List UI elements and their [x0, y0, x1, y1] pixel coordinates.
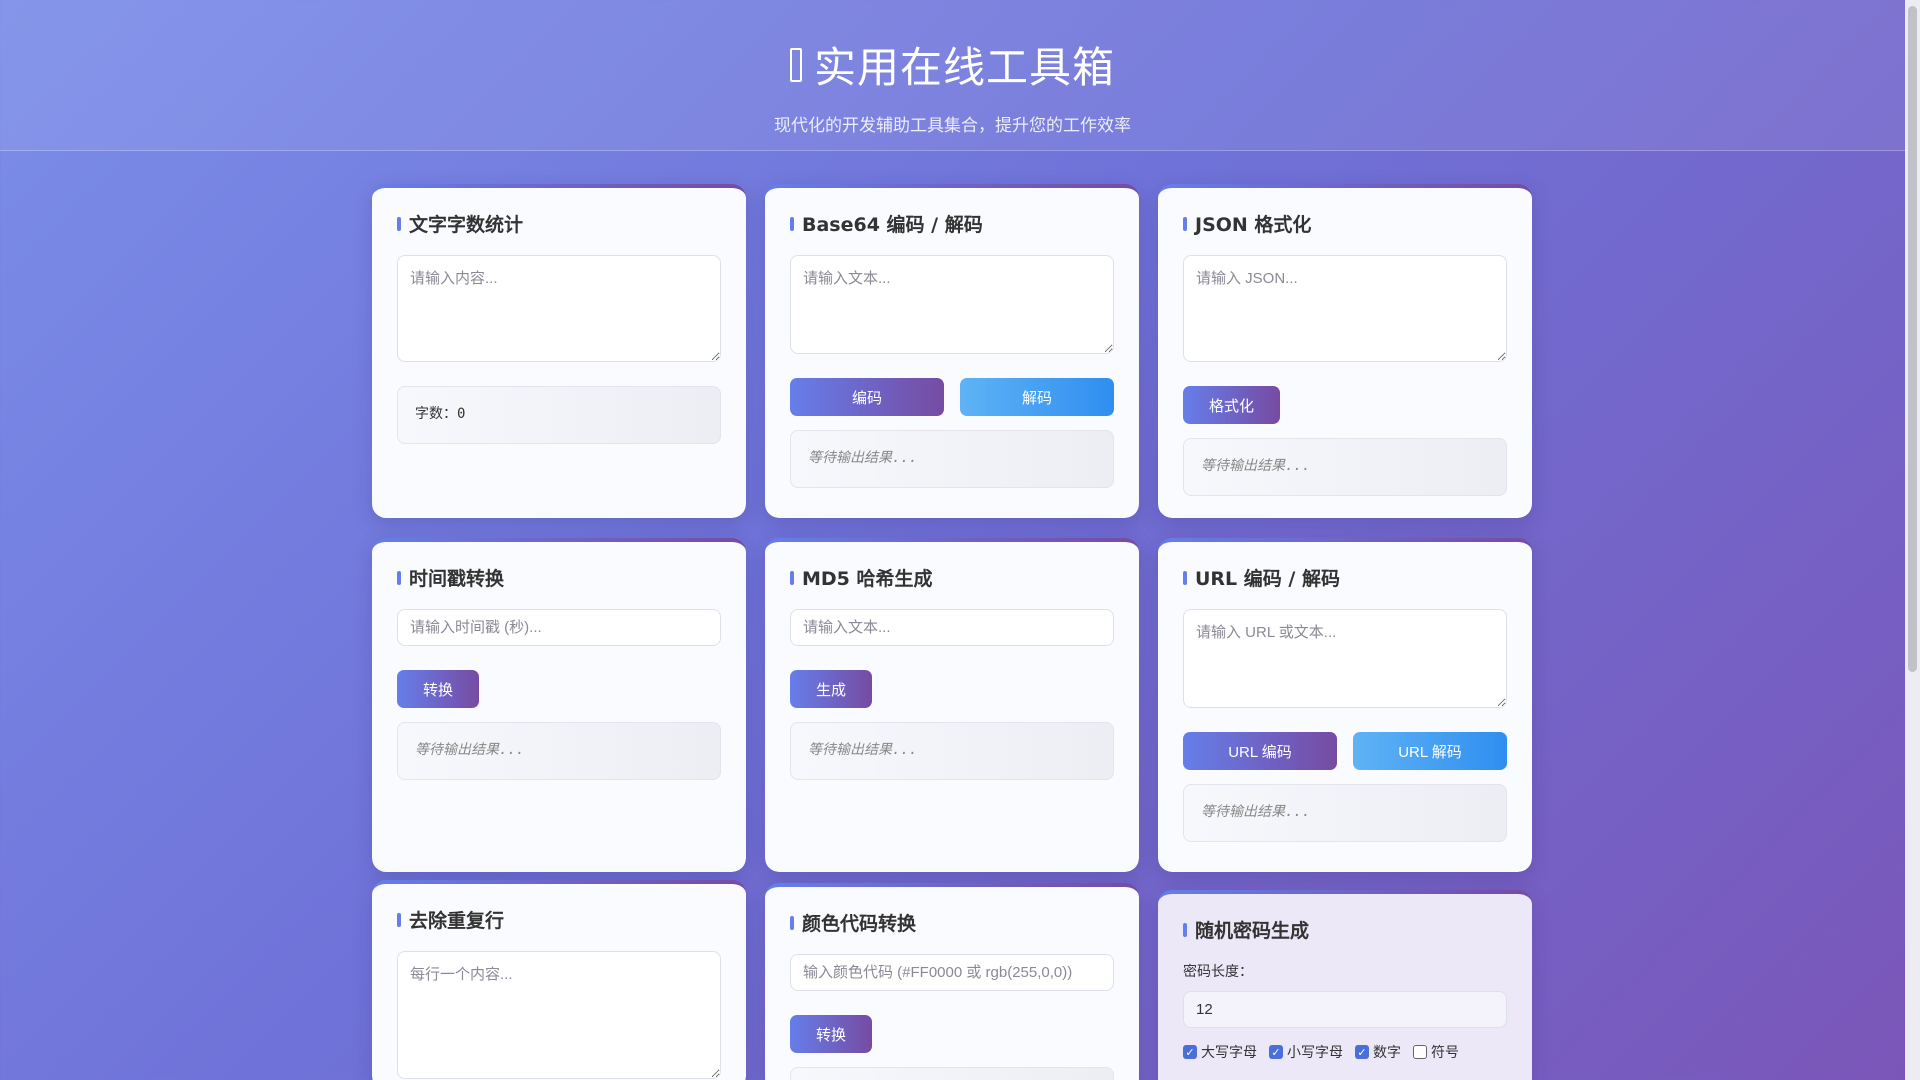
scrollbar-thumb[interactable] — [1908, 6, 1917, 672]
url-output: 等待输出结果... — [1183, 784, 1507, 842]
dedupe-input[interactable] — [397, 951, 721, 1079]
base64-encode-button[interactable]: 编码 — [790, 378, 944, 416]
card-title-text: 去除重复行 — [409, 910, 505, 932]
page-subtitle: 现代化的开发辅助工具集合，提升您的工作效率 — [774, 116, 1131, 136]
card-title: URL 编码 / 解码 — [1183, 564, 1507, 591]
card-title: 颜色代码转换 — [790, 909, 1114, 936]
title-marker-icon — [790, 216, 794, 231]
title-marker-icon — [790, 570, 794, 585]
card-title: 时间戳转换 — [397, 564, 721, 591]
option-uppercase[interactable]: ✓ 大写字母 — [1183, 1042, 1257, 1062]
color-output — [790, 1067, 1114, 1080]
card-timestamp: 时间戳转换 转换 等待输出结果... — [372, 538, 746, 872]
checkbox-checked-icon[interactable]: ✓ — [1269, 1045, 1283, 1059]
page-scrollbar[interactable] — [1905, 0, 1920, 1080]
title-marker-icon — [397, 216, 401, 231]
option-digits[interactable]: ✓ 数字 — [1355, 1042, 1401, 1062]
color-input[interactable] — [790, 954, 1114, 991]
timestamp-output: 等待输出结果... — [397, 722, 721, 780]
count-label: 字数： — [415, 406, 457, 422]
checkbox-unchecked-icon[interactable] — [1413, 1045, 1427, 1059]
password-length-label: 密码长度： — [1183, 964, 1253, 980]
word-count-input[interactable] — [397, 255, 721, 362]
json-output: 等待输出结果... — [1183, 438, 1507, 496]
timestamp-input[interactable] — [397, 609, 721, 646]
title-marker-icon — [397, 912, 401, 927]
card-title-text: MD5 哈希生成 — [802, 568, 933, 590]
page-header: 实用在线工具箱 现代化的开发辅助工具集合，提升您的工作效率 — [0, 0, 1905, 151]
count-value: 0 — [457, 406, 466, 422]
card-title: MD5 哈希生成 — [790, 564, 1114, 591]
url-decode-button[interactable]: URL 解码 — [1353, 732, 1507, 770]
card-word-count: 文字字数统计 字数：0 — [372, 184, 746, 518]
checkbox-checked-icon[interactable]: ✓ — [1355, 1045, 1369, 1059]
card-md5: MD5 哈希生成 生成 等待输出结果... — [765, 538, 1139, 872]
md5-input[interactable] — [790, 609, 1114, 646]
card-title: JSON 格式化 — [1183, 210, 1507, 237]
checkbox-checked-icon[interactable]: ✓ — [1183, 1045, 1197, 1059]
card-title-text: 时间戳转换 — [409, 568, 505, 590]
card-title: Base64 编码 / 解码 — [790, 210, 1114, 237]
card-url: URL 编码 / 解码 URL 编码 URL 解码 等待输出结果... — [1158, 538, 1532, 872]
card-title-text: URL 编码 / 解码 — [1195, 568, 1340, 590]
base64-input[interactable] — [790, 255, 1114, 354]
card-title-text: 随机密码生成 — [1195, 920, 1310, 942]
card-dedupe: 去除重复行 — [372, 880, 746, 1080]
title-marker-icon — [790, 915, 794, 930]
card-title: 去除重复行 — [397, 906, 721, 933]
card-title: 文字字数统计 — [397, 210, 721, 237]
color-convert-button[interactable]: 转换 — [790, 1015, 873, 1053]
title-marker-icon — [1183, 922, 1187, 937]
md5-generate-button[interactable]: 生成 — [790, 670, 873, 708]
base64-decode-button[interactable]: 解码 — [960, 378, 1114, 416]
base64-output: 等待输出结果... — [790, 430, 1114, 488]
card-title-text: 颜色代码转换 — [802, 913, 917, 935]
card-password: 随机密码生成 密码长度： ✓ 大写字母 ✓ 小写字母 ✓ 数字 符号 — [1158, 890, 1532, 1080]
password-length-input[interactable] — [1183, 991, 1507, 1028]
card-title-text: JSON 格式化 — [1195, 214, 1312, 236]
option-lowercase[interactable]: ✓ 小写字母 — [1269, 1042, 1343, 1062]
page-title-text: 实用在线工具箱 — [813, 43, 1115, 92]
password-options: ✓ 大写字母 ✓ 小写字母 ✓ 数字 符号 — [1183, 1042, 1507, 1062]
card-title-text: 文字字数统计 — [409, 214, 524, 236]
title-marker-icon — [397, 570, 401, 585]
url-encode-button[interactable]: URL 编码 — [1183, 732, 1337, 770]
card-color: 颜色代码转换 转换 — [765, 883, 1139, 1080]
timestamp-convert-button[interactable]: 转换 — [397, 670, 480, 708]
toolbox-icon — [789, 47, 802, 82]
url-input[interactable] — [1183, 609, 1507, 708]
card-title: 随机密码生成 — [1183, 916, 1507, 943]
word-count-result: 字数：0 — [397, 386, 721, 444]
option-symbols[interactable]: 符号 — [1413, 1042, 1459, 1062]
title-marker-icon — [1183, 570, 1187, 585]
title-marker-icon — [1183, 216, 1187, 231]
card-json: JSON 格式化 格式化 等待输出结果... — [1158, 184, 1532, 518]
json-format-button[interactable]: 格式化 — [1183, 386, 1281, 424]
card-base64: Base64 编码 / 解码 编码 解码 等待输出结果... — [765, 184, 1139, 518]
card-title-text: Base64 编码 / 解码 — [802, 214, 983, 236]
page-title: 实用在线工具箱 — [0, 34, 1905, 95]
json-input[interactable] — [1183, 255, 1507, 362]
md5-output: 等待输出结果... — [790, 722, 1114, 780]
